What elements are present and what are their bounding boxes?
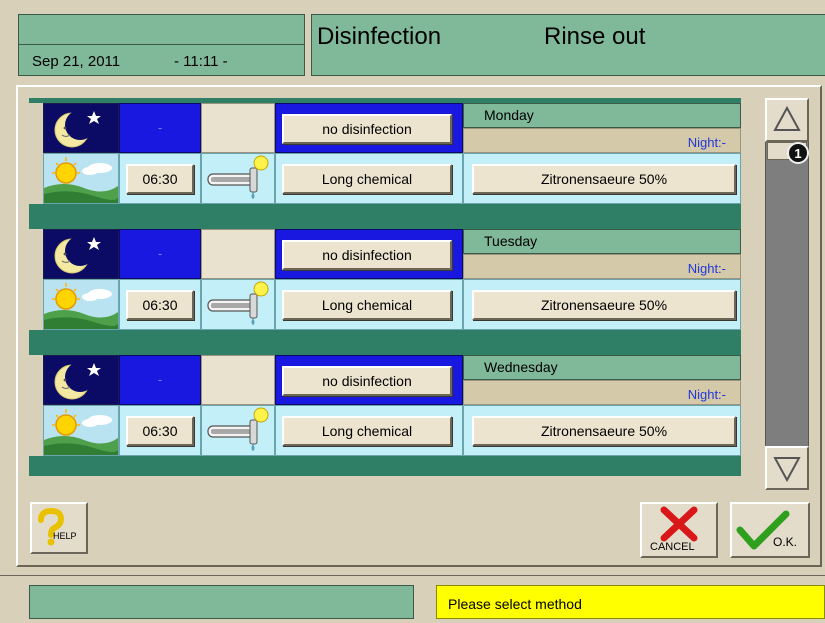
sun-landscape-icon [44, 154, 119, 203]
day-time-cell: 06:30 [119, 279, 201, 330]
day-icon-cell [43, 405, 119, 456]
thermometer-drop-icon [207, 281, 269, 325]
day-icon-cell [43, 279, 119, 330]
chemical-method-button[interactable]: Long chemical [282, 416, 452, 446]
chemical-cell: Long chemical [275, 405, 463, 456]
ok-label: O.K. [773, 535, 798, 549]
night-icon-cell [43, 229, 119, 279]
day-row: - no disinfection Wednesday Night:- 06:3… [29, 350, 741, 476]
question-mark-icon [38, 508, 65, 546]
night-icon-cell [43, 355, 119, 405]
day-band [29, 204, 741, 224]
night-empty-cell [201, 355, 275, 405]
night-label: Night:- [463, 128, 741, 153]
night-empty-cell [201, 103, 275, 153]
night-label: Night:- [463, 254, 741, 279]
day-row: - no disinfection Monday Night:- 06:30 L… [29, 98, 741, 224]
night-time-cell: - [119, 355, 201, 405]
agent-button[interactable]: Zitronensaeure 50% [472, 290, 736, 320]
header-title-panel: Disinfection Rinse out [311, 14, 825, 76]
day-name: Tuesday [463, 229, 741, 254]
moon-stars-icon [54, 362, 101, 400]
page-title: Disinfection [317, 23, 442, 50]
day-time-cell: 06:30 [119, 405, 201, 456]
chemical-cell: Long chemical [275, 153, 463, 204]
night-time-cell: - [119, 229, 201, 279]
help-label: HELP [53, 531, 77, 541]
agent-cell: Zitronensaeure 50% [463, 405, 741, 456]
agent-cell: Zitronensaeure 50% [463, 279, 741, 330]
day-row: - no disinfection Tuesday Night:- 06:30 [29, 224, 741, 350]
triangle-down-icon [773, 457, 801, 483]
header-date-panel: Sep 21, 2011 - 11:11 - [18, 14, 305, 76]
day-icon-cell [43, 153, 119, 204]
triangle-up-icon [773, 105, 801, 131]
ok-button[interactable]: O.K. [730, 502, 810, 558]
page-subtitle: Rinse out [544, 23, 646, 50]
red-x-icon [660, 506, 698, 542]
disinfection-cell: no disinfection [275, 355, 463, 405]
status-panel [29, 585, 414, 619]
page-indicator: 1 [787, 142, 809, 164]
agent-button[interactable]: Zitronensaeure 50% [472, 416, 736, 446]
day-band [29, 330, 741, 350]
help-button[interactable]: HELP [30, 502, 88, 554]
day-band [29, 456, 741, 476]
header-time: - 11:11 - [174, 53, 228, 70]
temperature-cell [201, 153, 275, 204]
night-label: Night:- [463, 380, 741, 405]
moon-stars-icon [54, 236, 101, 274]
cancel-label: CANCEL [650, 541, 695, 553]
moon-stars-icon [54, 110, 101, 148]
chemical-method-button[interactable]: Long chemical [282, 164, 452, 194]
day-time-button[interactable]: 06:30 [126, 290, 194, 320]
header-divider [19, 44, 304, 45]
disinfection-button[interactable]: no disinfection [282, 366, 452, 396]
sun-landscape-icon [44, 406, 119, 455]
status-message: Please select method [436, 585, 825, 619]
agent-cell: Zitronensaeure 50% [463, 153, 741, 204]
temperature-cell [201, 279, 275, 330]
thermometer-drop-icon [207, 407, 269, 451]
day-name: Wednesday [463, 355, 741, 380]
night-icon-cell [43, 103, 119, 153]
divider [0, 575, 825, 576]
disinfection-button[interactable]: no disinfection [282, 240, 452, 270]
disinfection-cell: no disinfection [275, 229, 463, 279]
night-empty-cell [201, 229, 275, 279]
scroll-down-button[interactable] [765, 446, 809, 490]
chemical-cell: Long chemical [275, 279, 463, 330]
agent-button[interactable]: Zitronensaeure 50% [472, 164, 736, 194]
day-time-cell: 06:30 [119, 153, 201, 204]
disinfection-button[interactable]: no disinfection [282, 114, 452, 144]
temperature-cell [201, 405, 275, 456]
chemical-method-button[interactable]: Long chemical [282, 290, 452, 320]
sun-landscape-icon [44, 280, 119, 329]
day-time-button[interactable]: 06:30 [126, 164, 194, 194]
thermometer-drop-icon [207, 155, 269, 199]
day-name: Monday [463, 103, 741, 128]
scroll-up-button[interactable] [765, 98, 809, 142]
night-time-cell: - [119, 103, 201, 153]
disinfection-cell: no disinfection [275, 103, 463, 153]
cancel-button[interactable]: CANCEL [640, 502, 718, 558]
day-time-button[interactable]: 06:30 [126, 416, 194, 446]
header-date: Sep 21, 2011 [32, 53, 121, 70]
